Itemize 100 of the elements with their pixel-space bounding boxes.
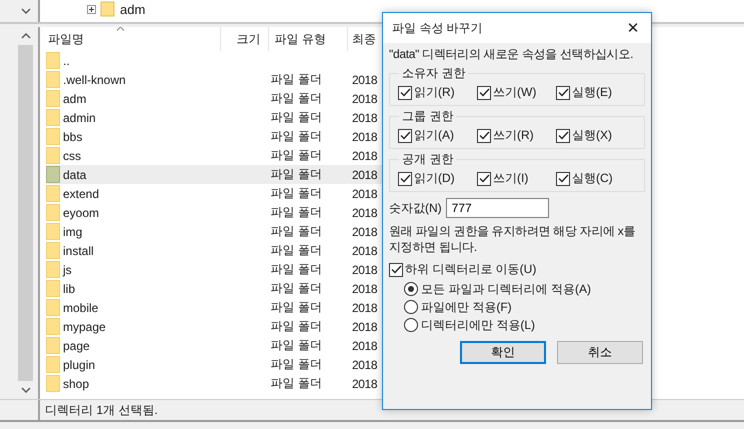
folder-icon bbox=[46, 185, 60, 202]
checkbox-label: 실행(E) bbox=[572, 84, 612, 101]
scroll-down-icon[interactable] bbox=[20, 387, 30, 393]
file-name: bbs bbox=[63, 130, 82, 144]
folder-icon bbox=[46, 356, 60, 373]
scroll-down-icon[interactable] bbox=[20, 8, 30, 14]
file-row[interactable]: bbs 파일 폴더 2018 bbox=[46, 127, 383, 146]
checkbox-label: 읽기(R) bbox=[414, 84, 455, 101]
column-header[interactable]: 최종 bbox=[348, 27, 383, 51]
sort-icon bbox=[116, 27, 125, 31]
scroll-thumb[interactable] bbox=[18, 45, 33, 381]
checkbox-label: 하위 디렉터리로 이동(U) bbox=[405, 261, 536, 278]
checkbox[interactable] bbox=[556, 172, 570, 186]
file-row[interactable]: lib 파일 폴더 2018 bbox=[46, 279, 383, 298]
file-row[interactable]: plugin 파일 폴더 2018 bbox=[46, 355, 383, 374]
checkbox-label: 쓰기(I) bbox=[493, 170, 528, 187]
tree-item[interactable]: adm bbox=[120, 2, 146, 16]
file-row[interactable]: mobile 파일 폴더 2018 bbox=[46, 298, 383, 317]
cancel-button[interactable]: 취소 bbox=[557, 341, 643, 364]
checkbox[interactable] bbox=[389, 262, 403, 276]
file-type: 파일 폴더 bbox=[270, 262, 322, 276]
file-name: img bbox=[63, 224, 82, 238]
file-row[interactable]: img 파일 폴더 2018 bbox=[46, 222, 383, 241]
file-row[interactable]: .. bbox=[46, 51, 383, 70]
file-row[interactable]: mypage 파일 폴더 2018 bbox=[46, 317, 383, 336]
checkbox-label: 읽기(A) bbox=[414, 127, 454, 144]
radio-label: 파일에만 적용(F) bbox=[421, 298, 512, 316]
checkbox-label: 쓰기(W) bbox=[493, 84, 536, 101]
checkbox[interactable] bbox=[398, 86, 412, 100]
file-name: install bbox=[63, 244, 94, 258]
file-type: 파일 폴더 bbox=[270, 72, 322, 86]
file-row[interactable]: extend 파일 폴더 2018 bbox=[46, 184, 383, 203]
file-date: 2018 bbox=[352, 206, 378, 220]
file-date: 2018 bbox=[352, 130, 378, 144]
file-type: 파일 폴더 bbox=[270, 148, 322, 162]
checkbox[interactable] bbox=[477, 128, 491, 142]
expander-icon[interactable] bbox=[87, 4, 96, 14]
file-date: 2018 bbox=[352, 320, 378, 334]
checkbox[interactable] bbox=[477, 172, 491, 186]
folder-icon bbox=[46, 109, 60, 126]
radio-button[interactable] bbox=[404, 282, 418, 296]
file-type: 파일 폴더 bbox=[270, 129, 322, 143]
close-button[interactable]: ✕ bbox=[615, 13, 651, 43]
file-row[interactable]: .well-known 파일 폴더 2018 bbox=[46, 70, 383, 89]
folder-icon bbox=[46, 318, 60, 335]
column-header[interactable]: 파일 유형 bbox=[268, 27, 348, 51]
file-row[interactable]: js 파일 폴더 2018 bbox=[46, 260, 383, 279]
field-label: 숫자값(N) bbox=[389, 200, 442, 216]
file-row[interactable]: install 파일 폴더 2018 bbox=[46, 241, 383, 260]
file-type: 파일 폴더 bbox=[270, 205, 322, 219]
file-row[interactable]: data 파일 폴더 2018 bbox=[46, 165, 383, 184]
file-name: mobile bbox=[63, 300, 98, 314]
file-row[interactable]: css 파일 폴더 2018 bbox=[46, 146, 383, 165]
folder-icon bbox=[46, 90, 60, 107]
note-text: 원래 파일의 권한을 유지하려면 해당 자리에 x를 지정하면 됩니다. bbox=[389, 223, 636, 255]
scroll-up-icon[interactable] bbox=[20, 33, 30, 39]
folder-icon bbox=[100, 1, 116, 17]
column-header[interactable]: 크기 bbox=[220, 27, 269, 51]
checkbox[interactable] bbox=[398, 128, 412, 142]
file-date: 2018 bbox=[352, 262, 378, 276]
ok-button[interactable]: 확인 bbox=[460, 341, 546, 364]
file-row[interactable]: shop 파일 폴더 2018 bbox=[46, 374, 383, 393]
file-type: 파일 폴더 bbox=[270, 186, 322, 200]
folder-icon bbox=[46, 147, 60, 164]
file-type: 파일 폴더 bbox=[270, 338, 322, 352]
group-title: 소유자 권한 bbox=[401, 65, 466, 82]
checkbox[interactable] bbox=[477, 86, 491, 100]
file-name: lib bbox=[63, 282, 76, 296]
file-name: extend bbox=[63, 186, 100, 200]
radio-button[interactable] bbox=[404, 318, 418, 332]
file-row[interactable]: admin 파일 폴더 2018 bbox=[46, 108, 383, 127]
file-name: .. bbox=[63, 54, 70, 68]
file-date: 2018 bbox=[352, 92, 378, 106]
checkbox[interactable] bbox=[556, 86, 570, 100]
checkbox[interactable] bbox=[556, 128, 570, 142]
file-name: eyoom bbox=[63, 206, 100, 220]
file-date: 2018 bbox=[352, 376, 378, 390]
file-name: admin bbox=[63, 110, 96, 124]
checkbox[interactable] bbox=[398, 172, 412, 186]
checkbox-label: 실행(C) bbox=[572, 170, 613, 187]
file-date: 2018 bbox=[352, 72, 378, 86]
file-name: mypage bbox=[63, 320, 106, 334]
numeric-field[interactable]: 777 bbox=[446, 198, 549, 218]
folder-icon bbox=[46, 261, 60, 278]
file-row[interactable]: eyoom 파일 폴더 2018 bbox=[46, 203, 383, 222]
folder-icon bbox=[46, 337, 60, 354]
column-header[interactable]: 파일명 bbox=[46, 27, 221, 51]
radio-button[interactable] bbox=[404, 300, 418, 314]
dialog-prompt: "data" 디렉터리의 새로운 속성을 선택하십시오. bbox=[389, 46, 634, 63]
file-row[interactable]: page 파일 폴더 2018 bbox=[46, 336, 383, 355]
file-date: 2018 bbox=[352, 148, 378, 162]
folder-icon bbox=[46, 280, 60, 297]
file-name: plugin bbox=[63, 358, 96, 372]
status-text: 디렉터리 1개 선택됨. bbox=[45, 402, 158, 418]
folder-icon bbox=[46, 299, 60, 316]
folder-icon bbox=[46, 242, 60, 259]
file-row[interactable]: adm 파일 폴더 2018 bbox=[46, 89, 383, 108]
file-type: 파일 폴더 bbox=[270, 300, 322, 314]
file-type: 파일 폴더 bbox=[270, 224, 322, 238]
checkbox-label: 읽기(D) bbox=[414, 170, 455, 187]
